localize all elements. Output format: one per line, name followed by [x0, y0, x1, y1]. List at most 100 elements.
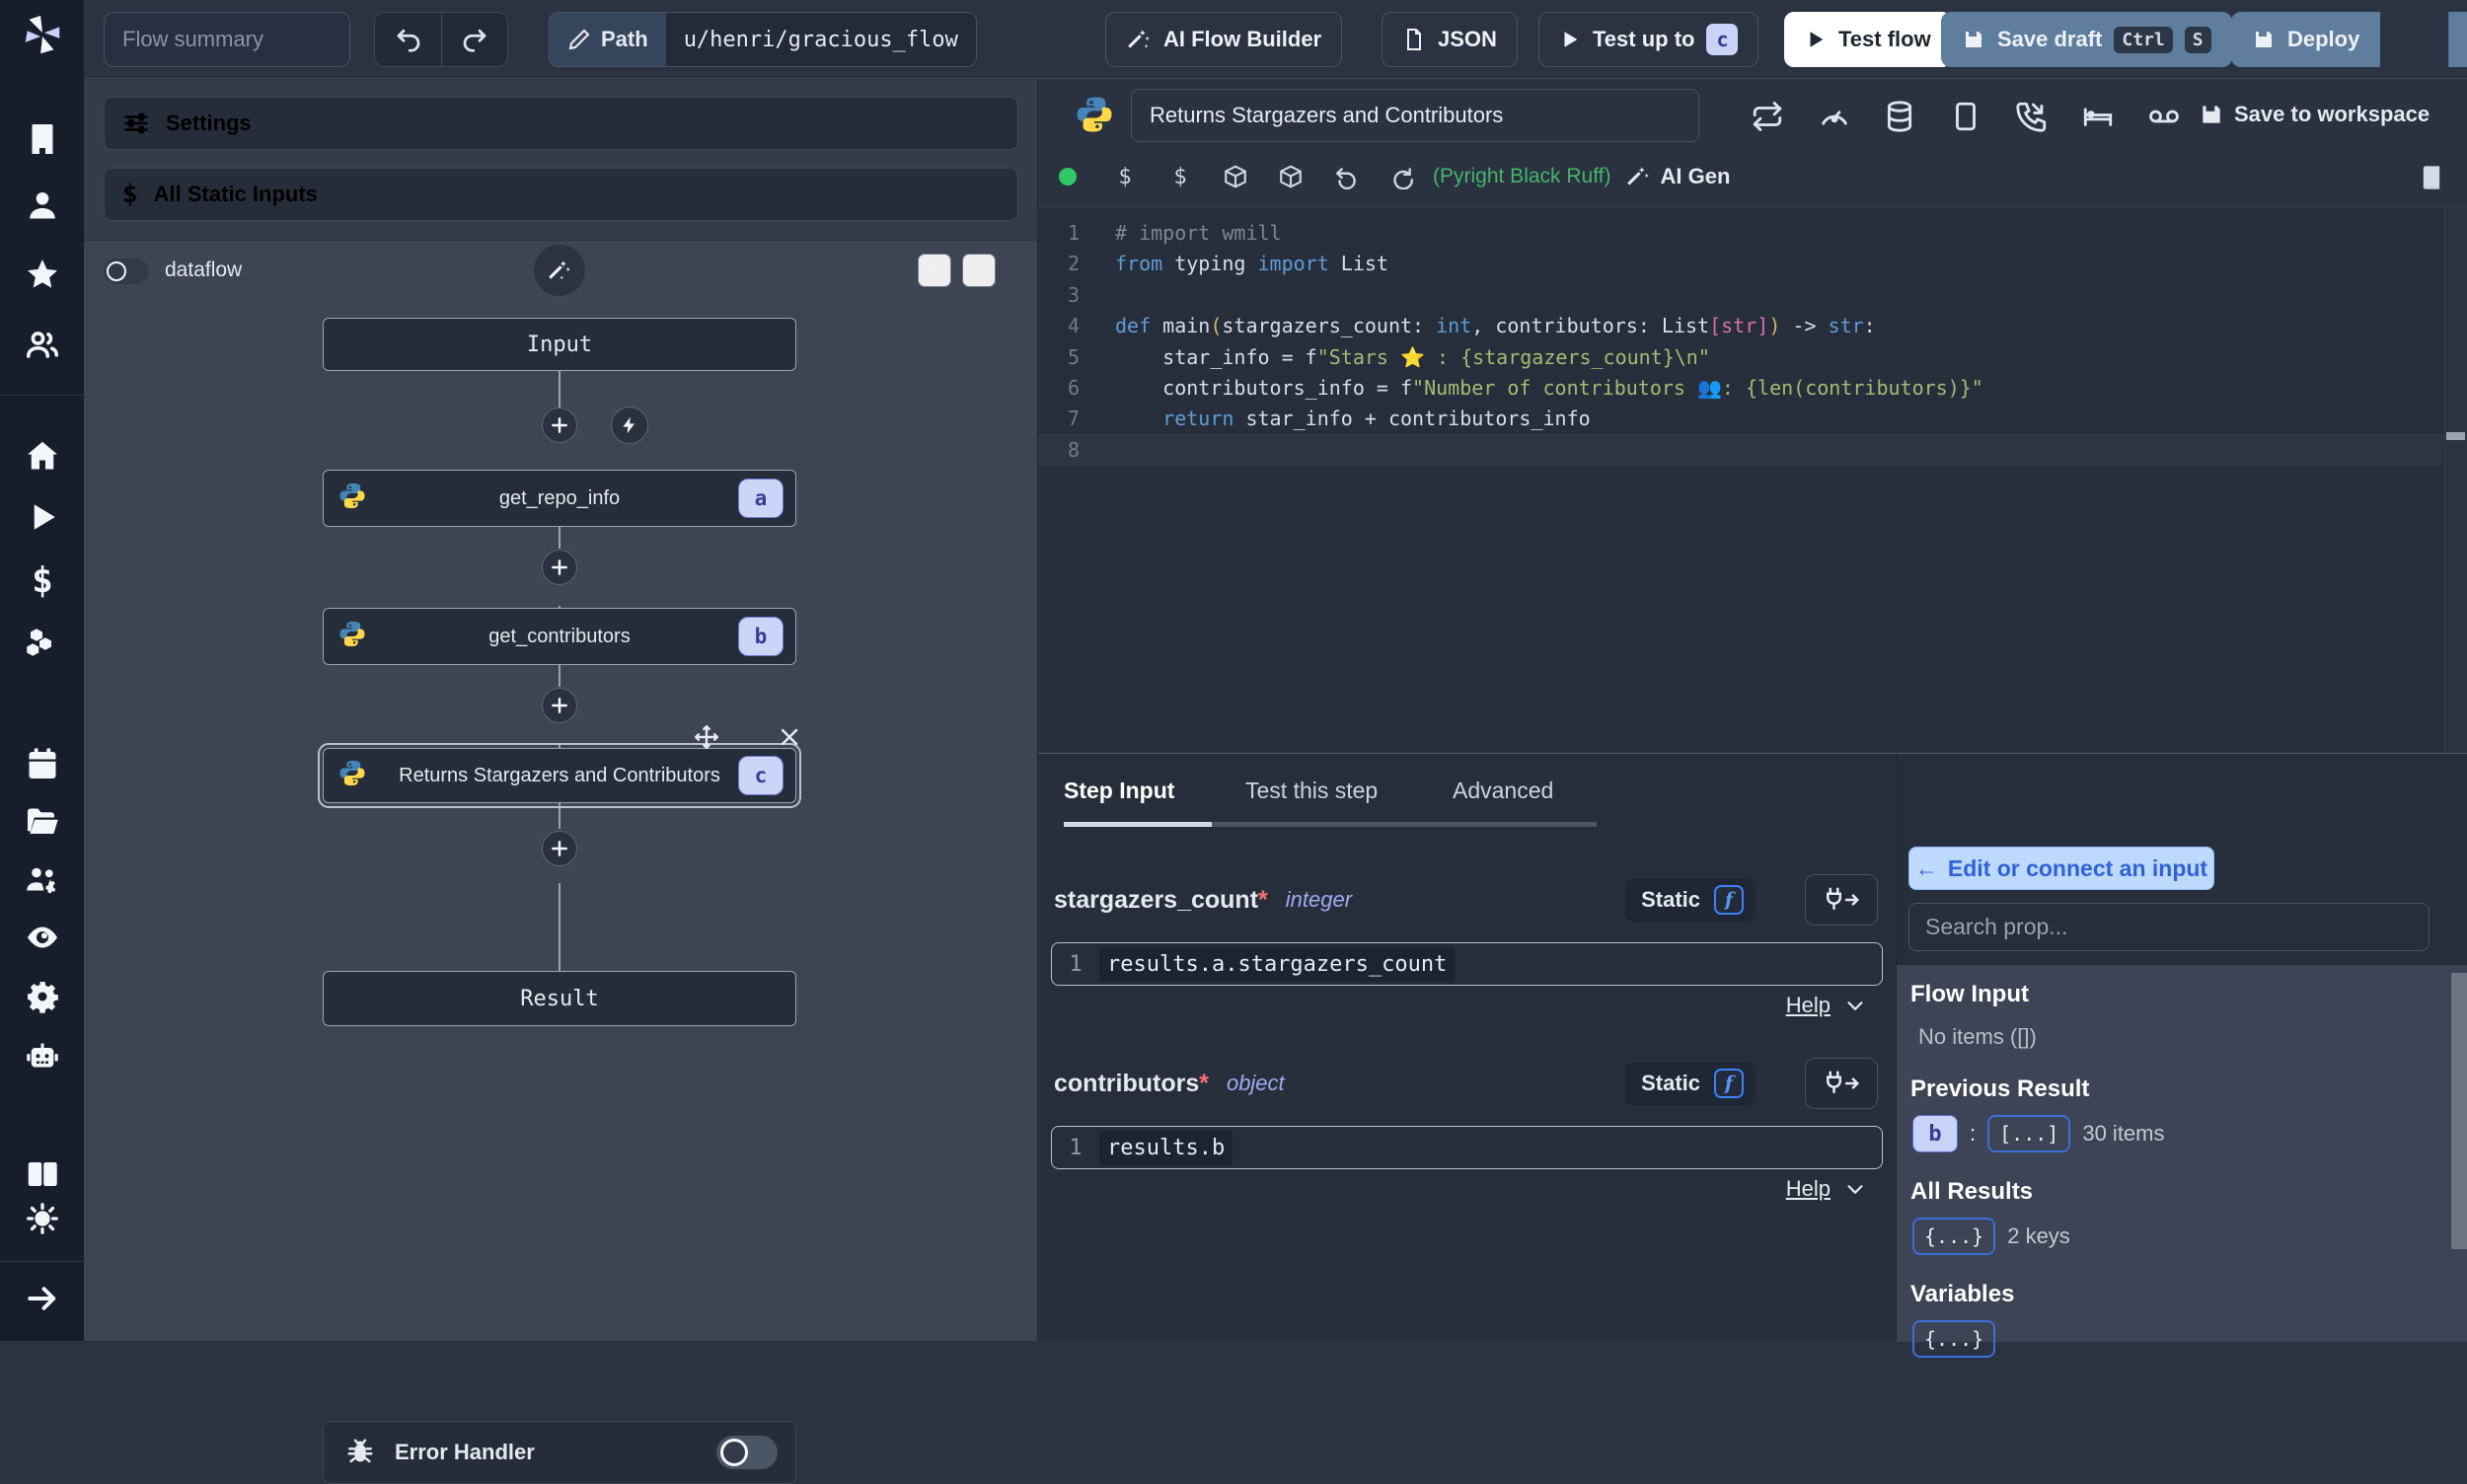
- code-editor[interactable]: 1 # import wmill 2 from typing import List 3…: [1038, 208, 2467, 752]
- groups-users-gear-icon[interactable]: [25, 862, 60, 898]
- editor-overview-ruler[interactable]: [2444, 208, 2467, 752]
- insert-step-button[interactable]: [542, 831, 577, 866]
- path-value[interactable]: u/henri/gracious_flow: [665, 13, 976, 66]
- performance-gauge-icon[interactable]: [1818, 100, 1851, 133]
- search-prop-input[interactable]: [1908, 903, 2430, 951]
- step-b-badge[interactable]: b: [1912, 1115, 1958, 1152]
- package-icon[interactable]: [1208, 164, 1263, 189]
- code-line[interactable]: 6 contributors_info = f"Number of contri…: [1038, 372, 2443, 404]
- all-static-inputs-button[interactable]: $ All Static Inputs: [104, 168, 1018, 221]
- phone-incoming-icon[interactable]: [2015, 100, 2049, 133]
- docs-books-icon[interactable]: [25, 1156, 60, 1192]
- windmill-logo[interactable]: [20, 12, 65, 66]
- users-icon[interactable]: [25, 327, 60, 362]
- help-link[interactable]: Help: [1786, 993, 1866, 1018]
- code-line[interactable]: 8: [1038, 433, 2443, 466]
- step-title-input[interactable]: [1131, 89, 1699, 142]
- static-mode-toggle[interactable]: Static f: [1625, 1061, 1756, 1106]
- json-button[interactable]: JSON: [1382, 12, 1518, 67]
- ai-gen-button[interactable]: AI Gen: [1625, 164, 1730, 189]
- wand-icon: [1626, 167, 1649, 186]
- delete-node-icon[interactable]: [778, 725, 801, 754]
- tab-advanced[interactable]: Advanced: [1453, 778, 1553, 804]
- audit-eye-icon[interactable]: [25, 920, 60, 955]
- save-draft-button[interactable]: Save draft Ctrl S: [1941, 12, 2232, 67]
- smartphone-icon[interactable]: [1949, 100, 1982, 133]
- step-node-a[interactable]: get_repo_info a: [323, 470, 796, 527]
- step-node-c-selected[interactable]: Returns Stargazers and Contributors c: [318, 743, 801, 808]
- flow-settings-button[interactable]: Settings: [104, 97, 1018, 150]
- insert-step-button[interactable]: [542, 550, 577, 585]
- input-node[interactable]: Input: [323, 318, 796, 371]
- cache-database-icon[interactable]: [1883, 100, 1916, 133]
- runs-play-icon[interactable]: [25, 499, 60, 535]
- function-mode-icon[interactable]: f: [1714, 1069, 1744, 1098]
- user-icon[interactable]: [25, 187, 60, 223]
- schedules-calendar-icon[interactable]: [25, 746, 60, 781]
- vars-dollar-icon[interactable]: $: [1097, 165, 1153, 189]
- theme-sun-icon[interactable]: [25, 1201, 60, 1236]
- resources-dollar-icon[interactable]: $: [1153, 165, 1208, 189]
- help-link[interactable]: Help: [1786, 1176, 1866, 1202]
- reset-undo-icon[interactable]: [1318, 164, 1374, 189]
- deploy-button[interactable]: Deploy: [2231, 12, 2381, 67]
- step-node-b[interactable]: get_contributors b: [323, 608, 796, 665]
- variables-dollar-icon[interactable]: $: [25, 560, 60, 601]
- voicemail-icon[interactable]: [2147, 100, 2181, 133]
- expr-editor-stargazers[interactable]: 1 results.a.stargazers_count: [1051, 942, 1883, 986]
- collapse-arrow-right-icon[interactable]: [25, 1281, 60, 1316]
- object-expand-badge[interactable]: {...}: [1912, 1218, 1996, 1255]
- code-line[interactable]: 5 star_info = f"Stars ⭐ : {stargazers_co…: [1038, 341, 2443, 373]
- assistant-status-label[interactable]: (Pyright Black Ruff): [1433, 165, 1611, 188]
- expr-editor-contributors[interactable]: 1 results.b: [1051, 1126, 1883, 1169]
- code-line[interactable]: 4 def main(stargazers_count: int, contrib…: [1038, 310, 2443, 341]
- redo-icon[interactable]: [441, 13, 507, 66]
- tab-test-this-step[interactable]: Test this step: [1245, 778, 1378, 804]
- static-mode-toggle[interactable]: Static f: [1625, 877, 1756, 923]
- scrollbar-thumb[interactable]: [2451, 973, 2467, 1249]
- test-up-to-button[interactable]: Test up to c: [1538, 12, 1759, 67]
- object-expand-badge[interactable]: {...}: [1912, 1320, 1996, 1358]
- workspace-building-icon[interactable]: [25, 121, 60, 157]
- error-handler-toggle[interactable]: [716, 1436, 778, 1469]
- trigger-bolt-button[interactable]: [611, 407, 648, 444]
- error-handler-node[interactable]: Error Handler: [323, 1421, 796, 1484]
- flow-summary-input[interactable]: [104, 12, 350, 67]
- dataflow-toggle[interactable]: [104, 259, 149, 284]
- code-line[interactable]: 3: [1038, 279, 2443, 311]
- ai-wand-button[interactable]: [533, 244, 586, 297]
- home-icon[interactable]: [25, 438, 60, 474]
- package-icon[interactable]: [1263, 164, 1318, 189]
- bed-icon[interactable]: [2081, 100, 2115, 133]
- flow-canvas[interactable]: dataflow + − Input get_repo_info a get_c…: [84, 240, 1037, 1484]
- ai-flow-builder-button[interactable]: AI Flow Builder: [1105, 12, 1343, 67]
- array-expand-badge[interactable]: [...]: [1987, 1115, 2071, 1152]
- deploy-menu-caret-button[interactable]: [2448, 12, 2467, 67]
- star-icon[interactable]: [25, 257, 60, 292]
- tab-step-input[interactable]: Step Input: [1064, 778, 1174, 804]
- zoom-out-button[interactable]: −: [962, 254, 996, 287]
- result-node[interactable]: Result: [323, 971, 796, 1026]
- concurrency-repeat-icon[interactable]: [1751, 100, 1784, 133]
- path-group[interactable]: Path u/henri/gracious_flow: [549, 12, 977, 67]
- edit-or-connect-button[interactable]: ← Edit or connect an input: [1908, 847, 2214, 890]
- undo-icon[interactable]: [375, 13, 441, 66]
- code-line[interactable]: 7 return star_info + contributors_info: [1038, 403, 2443, 434]
- folders-icon[interactable]: [25, 804, 60, 840]
- library-book-icon[interactable]: [2418, 164, 2445, 196]
- reload-icon[interactable]: [1374, 164, 1429, 189]
- code-line[interactable]: 2 from typing import List: [1038, 248, 2443, 279]
- connect-input-plug-button[interactable]: [1805, 874, 1878, 926]
- test-flow-button[interactable]: Test flow: [1784, 12, 1952, 67]
- resources-boxes-icon[interactable]: [25, 624, 60, 659]
- robot-icon[interactable]: [25, 1039, 60, 1075]
- zoom-in-button[interactable]: +: [918, 254, 951, 287]
- settings-gear-icon[interactable]: [25, 979, 60, 1014]
- move-node-handle[interactable]: [694, 724, 719, 755]
- connect-input-plug-button[interactable]: [1805, 1058, 1878, 1109]
- insert-step-button[interactable]: [542, 688, 577, 723]
- save-to-workspace-button[interactable]: Save to workspace: [2199, 102, 2430, 127]
- insert-step-button[interactable]: [542, 408, 577, 443]
- code-line[interactable]: 1 # import wmill: [1038, 217, 2443, 249]
- function-mode-icon[interactable]: f: [1714, 885, 1744, 915]
